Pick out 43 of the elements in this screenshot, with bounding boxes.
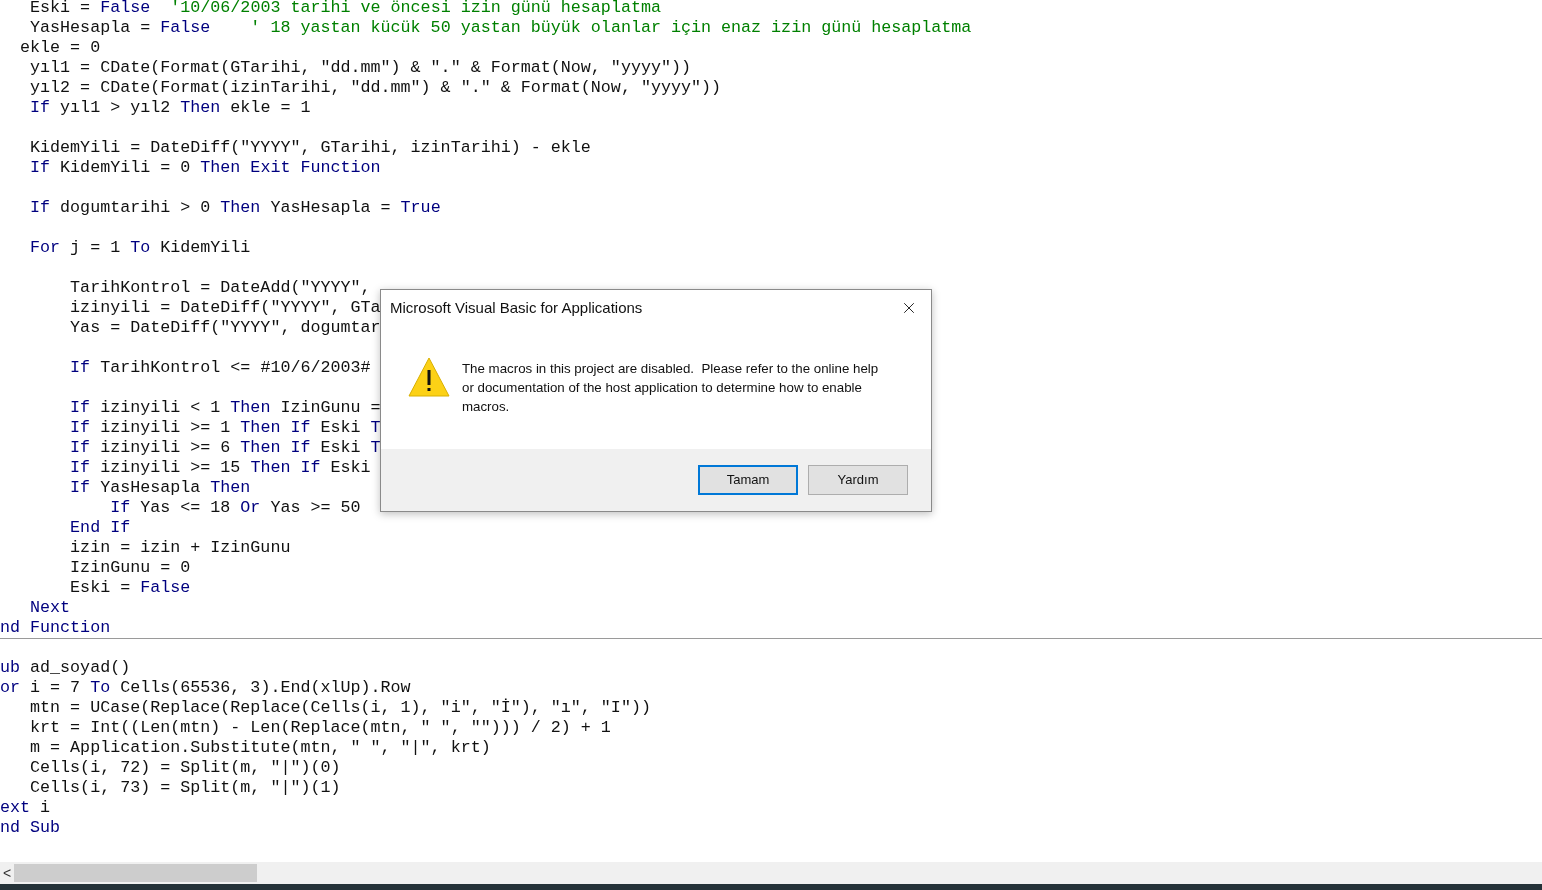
code-line: Eski = False: [69, 578, 191, 598]
dialog-title: Microsoft Visual Basic for Applications: [390, 297, 643, 318]
code-line: Eski = False '10/06/2003 tarihi ve öncesi izin günü hesaplatma: [29, 0, 661, 18]
dialog-button[interactable]: Yardım: [808, 465, 908, 495]
code-line: Yas = DateDiff("YYYY", dogumtar: [69, 318, 381, 338]
code-line: If izinyili >= 15 Then If Eski: [69, 458, 371, 478]
code-line: yıl1 = CDate(Format(GTarihi, "dd.mm") & "." & Format(Now, "yyyy")): [29, 58, 691, 78]
code-line: For j = 1 To KidemYili: [29, 238, 251, 258]
code-line: If YasHesapla Then: [69, 478, 251, 498]
code-line: nd Function: [0, 618, 111, 638]
code-line: Cells(i, 73) = Split(m, "|")(1): [29, 778, 341, 798]
code-line: Cells(i, 72) = Split(m, "|")(0): [29, 758, 341, 778]
code-line: mtn = UCase(Replace(Replace(Cells(i, 1), "i", "İ"), "ı", "I")): [29, 698, 651, 718]
scroll-left-arrow[interactable]: <: [0, 862, 14, 884]
dialog-button[interactable]: Tamam: [698, 465, 798, 495]
code-line: KidemYili = DateDiff("YYYY", GTarihi, izinTarihi) - ekle: [29, 138, 591, 158]
code-line: If Yas <= 18 Or Yas >= 50: [109, 498, 361, 518]
code-line: krt = Int((Len(mtn) - Len(Replace(mtn, " ", ""))) / 2) + 1: [29, 718, 611, 738]
code-line: If izinyili >= 1 Then If Eski T: [69, 418, 381, 438]
scrollbar-thumb[interactable]: [14, 864, 257, 882]
horizontal-scrollbar[interactable]: <: [0, 862, 1542, 884]
code-line: ekle = 0: [19, 38, 101, 58]
code-line: End If: [69, 518, 131, 538]
code-line: m = Application.Substitute(mtn, " ", "|", krt): [29, 738, 491, 758]
code-line: If KidemYili = 0 Then Exit Function: [29, 158, 381, 178]
code-line: IzinGunu = 0: [69, 558, 191, 578]
code-line: If TarihKontrol <= #10/6/2003#: [69, 358, 371, 378]
code-line: yıl2 = CDate(Format(izinTarihi, "dd.mm") & "." & Format(Now, "yyyy")): [29, 78, 722, 98]
code-line: nd Sub: [0, 818, 61, 838]
code-line: YasHesapla = False ' 18 yastan kücük 50 yastan büyük olanlar için enaz izin günü hesaplatma: [29, 18, 972, 38]
code-line: Next: [29, 598, 71, 618]
warning-icon: [408, 357, 450, 397]
dialog-message: The macros in this project are disabled. Please refer to the online help or documentation of the host application to determine how to enable macros.: [462, 360, 880, 416]
code-line: If dogumtarihi > 0 Then YasHesapla = True: [29, 198, 441, 218]
code-line: ub ad_soyad(): [0, 658, 131, 678]
code-line: ext i: [0, 798, 51, 818]
code-line: izinyili = DateDiff("YYYY", GTa: [69, 298, 381, 318]
code-line: If yıl1 > yıl2 Then ekle = 1: [29, 98, 311, 118]
code-line: izin = izin + IzinGunu: [69, 538, 291, 558]
code-line: If izinyili >= 6 Then If Eski T: [69, 438, 381, 458]
code-line: or i = 7 To Cells(65536, 3).End(xlUp).Row: [0, 678, 411, 698]
code-line: If izinyili < 1 Then IzinGunu =: [69, 398, 381, 418]
code-line: TarihKontrol = DateAdd("YYYY",: [69, 278, 371, 298]
